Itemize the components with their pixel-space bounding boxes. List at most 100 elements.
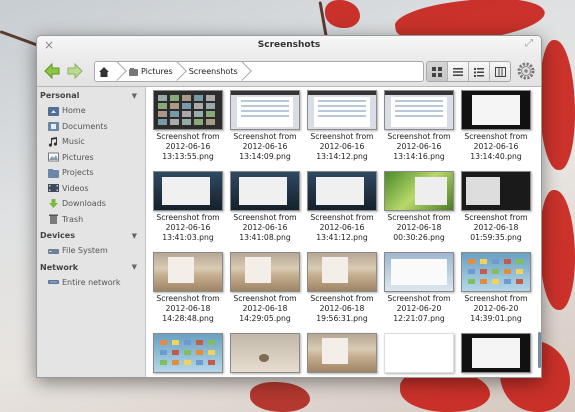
file-thumbnail [153, 171, 223, 211]
documents-folder-icon [48, 122, 59, 132]
file-name-line: 2012-06-16 [319, 223, 365, 232]
forward-button[interactable] [66, 62, 84, 80]
breadcrumb-pictures[interactable]: Pictures [119, 62, 179, 81]
file-thumbnail [230, 171, 300, 211]
network-icon [48, 280, 59, 285]
file-item[interactable]: Screenshot from 2012-06-16 13:14:16.png [381, 90, 457, 162]
file-name-line: 14:39:01.png [470, 314, 522, 323]
file-name-line: Screenshot from [156, 132, 220, 141]
file-item[interactable]: Screenshot from 2012-06-16 13:14:12.png [304, 90, 380, 162]
file-name-line: 13:41:12.png [316, 233, 368, 242]
file-item[interactable]: Screenshot from 2012-06-16 13:41:08.png [227, 171, 303, 243]
file-item[interactable]: Screenshot from 2012-06-18 19:56:31.png [304, 252, 380, 324]
sidebar-item-label: Projects [62, 168, 94, 178]
file-item[interactable]: Screenshot from 2012-06-18 14:28:48.png [150, 252, 226, 324]
sidebar-item-trash[interactable]: Trash [37, 212, 145, 228]
icon-view-button[interactable] [427, 62, 448, 81]
breadcrumb-home[interactable] [95, 62, 119, 81]
compact-view-button[interactable] [469, 62, 490, 81]
file-name-line: 2012-06-16 [396, 142, 442, 151]
file-name-line: 2012-06-18 [242, 304, 288, 313]
sidebar-item-documents[interactable]: Documents [37, 119, 145, 135]
file-name-line: 2012-06-20 [396, 304, 442, 313]
file-name-line: 2012-06-16 [165, 223, 211, 232]
file-name-line: 2012-06-16 [319, 142, 365, 151]
collapse-arrow-icon: ▼ [131, 231, 137, 240]
file-name-line: Screenshot from [233, 294, 297, 303]
sidebar-item-home[interactable]: Home [37, 103, 145, 119]
file-name-line: 2012-06-16 [165, 142, 211, 151]
home-folder-icon [48, 106, 59, 116]
file-item[interactable]: Screenshot from 2012-06-16 13:14:09.png [227, 90, 303, 162]
file-item[interactable]: Screenshot from 2012-06-20 12:21:07.png [381, 252, 457, 324]
sidebar-section-devices[interactable]: Devices ▼ [37, 228, 145, 243]
file-name-line: Screenshot from [464, 294, 528, 303]
columns-icon [494, 66, 506, 77]
file-item[interactable]: Screenshot from 2012-06-16 13:41:03.png [150, 171, 226, 243]
file-name: Screenshot from 2012-06-18 14:28:48.png [150, 294, 226, 324]
sidebar-item-entire-network[interactable]: Entire network [37, 275, 145, 291]
breadcrumb-screenshots[interactable]: Screenshots [179, 62, 244, 81]
file-name-line: 13:14:09.png [239, 152, 291, 161]
file-item[interactable]: Screenshot from 2012-06-16 13:41:12.png [304, 171, 380, 243]
file-item[interactable]: Screenshot from 2012-06-18 01:59:35.png [458, 171, 534, 243]
back-button[interactable] [43, 62, 61, 80]
sidebar-section-network[interactable]: Network ▼ [37, 260, 145, 275]
file-thumbnail [153, 252, 223, 292]
file-name: Screenshot from 2012-06-18 01:59:35.png [458, 213, 534, 243]
maximize-window-button[interactable]: ⤢ [525, 38, 533, 49]
file-item[interactable]: Screenshot from 2012-06-20 14:39:01.png [458, 252, 534, 324]
file-item[interactable] [150, 333, 226, 373]
file-thumbnail [461, 333, 531, 373]
file-name: Screenshot from 2012-06-16 13:14:12.png [304, 132, 380, 162]
file-item[interactable] [227, 333, 303, 373]
file-name-line: Screenshot from [464, 213, 528, 222]
file-name-line: 2012-06-20 [473, 304, 519, 313]
column-view-button[interactable] [490, 62, 510, 81]
sidebar: Personal ▼ Home Documents Music Pictures … [37, 87, 146, 377]
sidebar-item-pictures[interactable]: Pictures [37, 150, 145, 166]
sidebar-item-music[interactable]: Music [37, 134, 145, 150]
settings-menu-button[interactable] [517, 62, 535, 80]
file-thumbnail [384, 333, 454, 373]
file-item[interactable] [458, 333, 534, 373]
file-name-line: Screenshot from [156, 294, 220, 303]
file-thumbnail [384, 171, 454, 211]
file-name-line: Screenshot from [387, 132, 451, 141]
grid-icon [432, 66, 442, 77]
sidebar-item-file-system[interactable]: File System [37, 243, 145, 259]
sidebar-item-label: Downloads [62, 199, 106, 209]
breadcrumb[interactable]: Pictures Screenshots [94, 61, 424, 82]
sidebar-item-videos[interactable]: Videos [37, 181, 145, 197]
sidebar-section-personal[interactable]: Personal ▼ [37, 88, 145, 103]
file-name: Screenshot from 2012-06-18 00:30:26.png [381, 213, 457, 243]
vertical-scrollbar[interactable] [538, 332, 541, 368]
file-thumbnail [384, 90, 454, 130]
section-title: Devices [40, 231, 75, 240]
file-item[interactable]: Screenshot from 2012-06-18 14:29:05.png [227, 252, 303, 324]
file-name-line: Screenshot from [310, 294, 374, 303]
list-view-button[interactable] [448, 62, 469, 81]
sidebar-item-projects[interactable]: Projects [37, 165, 145, 181]
sidebar-item-label: Videos [62, 183, 89, 193]
file-item[interactable]: Screenshot from 2012-06-18 00:30:26.png [381, 171, 457, 243]
view-mode-switcher [426, 61, 511, 82]
file-item[interactable] [381, 333, 457, 373]
file-item[interactable]: Screenshot from 2012-06-16 13:14:40.png [458, 90, 534, 162]
file-item[interactable]: Screenshot from 2012-06-16 13:13:55.png [150, 90, 226, 162]
sidebar-item-downloads[interactable]: Downloads [37, 196, 145, 212]
gear-icon [517, 62, 535, 80]
file-name-line: 13:14:16.png [393, 152, 445, 161]
file-name-line: 2012-06-18 [165, 304, 211, 313]
file-name: Screenshot from 2012-06-16 13:13:55.png [150, 132, 226, 162]
file-name: Screenshot from 2012-06-20 12:21:07.png [381, 294, 457, 324]
sidebar-item-label: Trash [62, 214, 84, 224]
file-grid: Screenshot from 2012-06-16 13:13:55.png Scr… [146, 87, 541, 377]
file-name-line: 13:14:12.png [316, 152, 368, 161]
sidebar-item-label: File System [62, 246, 108, 256]
file-thumbnail [230, 90, 300, 130]
file-item[interactable] [304, 333, 380, 373]
section-title: Network [40, 262, 79, 272]
file-name: Screenshot from 2012-06-16 13:14:16.png [381, 132, 457, 162]
file-name-line: 13:41:08.png [239, 233, 291, 242]
